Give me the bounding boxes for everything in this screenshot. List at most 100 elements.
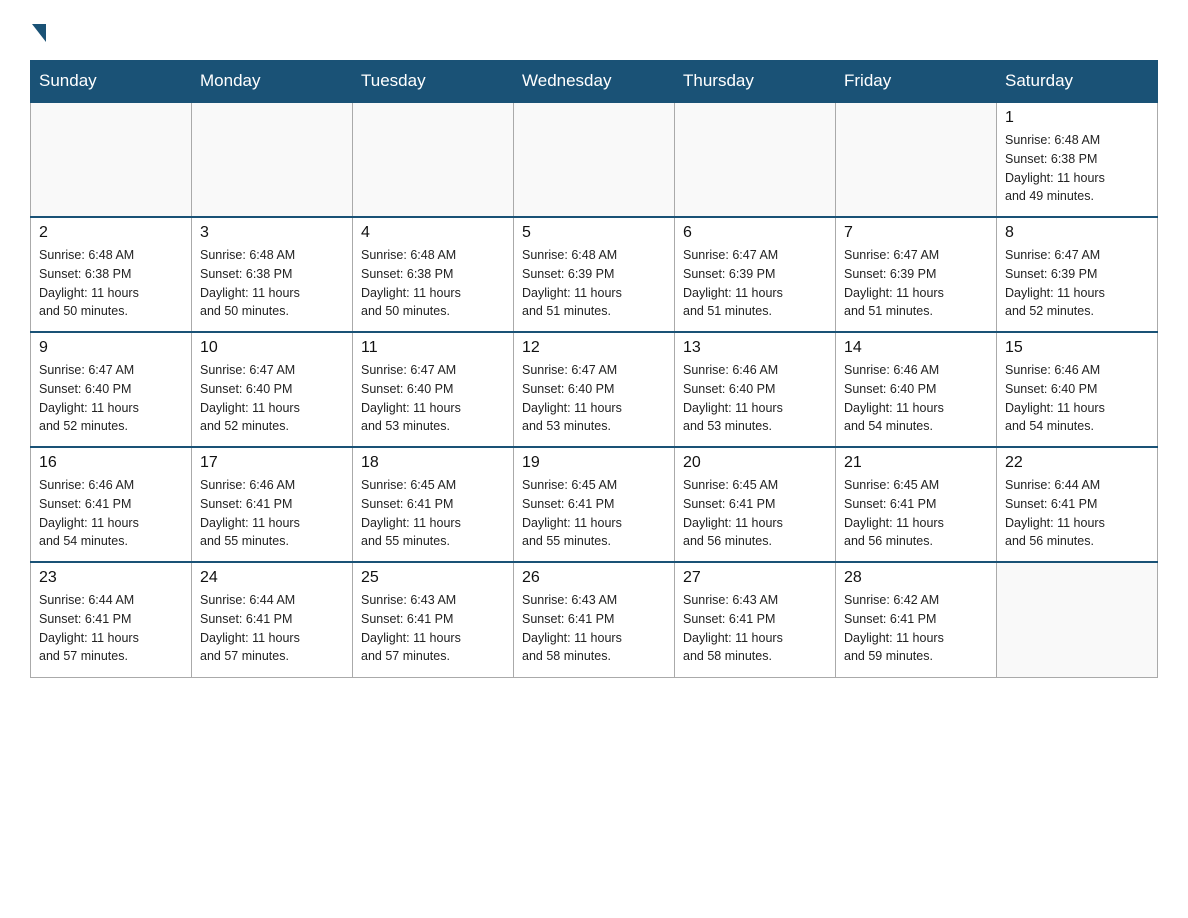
day-number: 11 (361, 339, 505, 357)
day-number: 16 (39, 454, 183, 472)
calendar-cell: 25Sunrise: 6:43 AM Sunset: 6:41 PM Dayli… (353, 562, 514, 677)
calendar-cell: 11 Sunrise: 6:47 AM Sunset: 6:40 PM Dayli… (353, 332, 514, 447)
day-info: Sunrise: 6:48 AM Sunset: 6:38 PM Dayligh… (361, 246, 505, 321)
day-info: Sunrise: 6:48 AM Sunset: 6:38 PM Dayligh… (1005, 131, 1149, 206)
day-number: 7 (844, 224, 988, 242)
calendar-cell: 16 Sunrise: 6:46 AM Sunset: 6:41 PM Dayli… (31, 447, 192, 562)
calendar-cell: 28 Sunrise: 6:42 AM Sunset: 6:41 PM Dayli… (836, 562, 997, 677)
day-info: Sunrise: 6:48 AM Sunset: 6:38 PM Dayligh… (200, 246, 344, 321)
day-info: Sunrise: 6:48 AM Sunset: 6:39 PM Dayligh… (522, 246, 666, 321)
day-number: 19 (522, 454, 666, 472)
day-number: 24 (200, 569, 344, 587)
calendar-day-header: Friday (836, 61, 997, 103)
day-number: 10 (200, 339, 344, 357)
day-info: Sunrise: 6:47 AM Sunset: 6:39 PM Dayligh… (1005, 246, 1149, 321)
calendar-cell: 24 Sunrise: 6:44 AM Sunset: 6:41 PM Dayli… (192, 562, 353, 677)
page-header (30, 20, 1158, 40)
day-number: 8 (1005, 224, 1149, 242)
day-number: 1 (1005, 109, 1149, 127)
calendar-cell: 27Sunrise: 6:43 AM Sunset: 6:41 PM Dayli… (675, 562, 836, 677)
calendar-cell: 10 Sunrise: 6:47 AM Sunset: 6:40 PM Dayli… (192, 332, 353, 447)
day-info: Sunrise: 6:47 AM Sunset: 6:40 PM Dayligh… (361, 361, 505, 436)
day-info: Sunrise: 6:42 AM Sunset: 6:41 PM Dayligh… (844, 591, 988, 666)
calendar-week-row: 1 Sunrise: 6:48 AM Sunset: 6:38 PM Daylig… (31, 102, 1158, 217)
calendar-day-header: Saturday (997, 61, 1158, 103)
day-info: Sunrise: 6:46 AM Sunset: 6:41 PM Dayligh… (200, 476, 344, 551)
calendar-day-header: Tuesday (353, 61, 514, 103)
calendar-day-header: Thursday (675, 61, 836, 103)
day-info: Sunrise: 6:43 AM Sunset: 6:41 PM Dayligh… (683, 591, 827, 666)
calendar-cell: 19 Sunrise: 6:45 AM Sunset: 6:41 PM Dayli… (514, 447, 675, 562)
calendar-day-header: Monday (192, 61, 353, 103)
day-info: Sunrise: 6:43 AM Sunset: 6:41 PM Dayligh… (361, 591, 505, 666)
day-number: 20 (683, 454, 827, 472)
calendar-cell: 9 Sunrise: 6:47 AM Sunset: 6:40 PM Daylig… (31, 332, 192, 447)
calendar-cell (31, 102, 192, 217)
calendar-cell: 18 Sunrise: 6:45 AM Sunset: 6:41 PM Dayli… (353, 447, 514, 562)
calendar-cell: 8 Sunrise: 6:47 AM Sunset: 6:39 PM Daylig… (997, 217, 1158, 332)
calendar-cell: 2 Sunrise: 6:48 AM Sunset: 6:38 PM Daylig… (31, 217, 192, 332)
day-number: 15 (1005, 339, 1149, 357)
calendar-week-row: 23 Sunrise: 6:44 AM Sunset: 6:41 PM Dayli… (31, 562, 1158, 677)
calendar-cell: 17 Sunrise: 6:46 AM Sunset: 6:41 PM Dayli… (192, 447, 353, 562)
day-number: 23 (39, 569, 183, 587)
calendar-cell: 5 Sunrise: 6:48 AM Sunset: 6:39 PM Daylig… (514, 217, 675, 332)
calendar-cell: 3 Sunrise: 6:48 AM Sunset: 6:38 PM Daylig… (192, 217, 353, 332)
calendar-cell (836, 102, 997, 217)
day-info: Sunrise: 6:47 AM Sunset: 6:39 PM Dayligh… (844, 246, 988, 321)
day-number: 28 (844, 569, 988, 587)
day-info: Sunrise: 6:48 AM Sunset: 6:38 PM Dayligh… (39, 246, 183, 321)
day-info: Sunrise: 6:46 AM Sunset: 6:41 PM Dayligh… (39, 476, 183, 551)
day-number: 2 (39, 224, 183, 242)
day-number: 12 (522, 339, 666, 357)
day-info: Sunrise: 6:44 AM Sunset: 6:41 PM Dayligh… (200, 591, 344, 666)
calendar-cell: 13 Sunrise: 6:46 AM Sunset: 6:40 PM Dayli… (675, 332, 836, 447)
day-number: 14 (844, 339, 988, 357)
calendar-day-header: Wednesday (514, 61, 675, 103)
calendar-cell (675, 102, 836, 217)
day-info: Sunrise: 6:47 AM Sunset: 6:40 PM Dayligh… (39, 361, 183, 436)
day-info: Sunrise: 6:46 AM Sunset: 6:40 PM Dayligh… (1005, 361, 1149, 436)
day-info: Sunrise: 6:44 AM Sunset: 6:41 PM Dayligh… (1005, 476, 1149, 551)
calendar-cell: 14 Sunrise: 6:46 AM Sunset: 6:40 PM Dayli… (836, 332, 997, 447)
day-number: 17 (200, 454, 344, 472)
day-number: 26 (522, 569, 666, 587)
day-info: Sunrise: 6:47 AM Sunset: 6:40 PM Dayligh… (200, 361, 344, 436)
day-info: Sunrise: 6:47 AM Sunset: 6:40 PM Dayligh… (522, 361, 666, 436)
calendar-cell (997, 562, 1158, 677)
calendar-cell (514, 102, 675, 217)
day-number: 3 (200, 224, 344, 242)
day-number: 4 (361, 224, 505, 242)
day-number: 18 (361, 454, 505, 472)
day-info: Sunrise: 6:45 AM Sunset: 6:41 PM Dayligh… (683, 476, 827, 551)
calendar-cell: 7 Sunrise: 6:47 AM Sunset: 6:39 PM Daylig… (836, 217, 997, 332)
calendar-table: SundayMondayTuesdayWednesdayThursdayFrid… (30, 60, 1158, 678)
day-info: Sunrise: 6:46 AM Sunset: 6:40 PM Dayligh… (683, 361, 827, 436)
day-info: Sunrise: 6:45 AM Sunset: 6:41 PM Dayligh… (522, 476, 666, 551)
day-info: Sunrise: 6:45 AM Sunset: 6:41 PM Dayligh… (361, 476, 505, 551)
calendar-cell: 23 Sunrise: 6:44 AM Sunset: 6:41 PM Dayli… (31, 562, 192, 677)
day-number: 9 (39, 339, 183, 357)
calendar-week-row: 2 Sunrise: 6:48 AM Sunset: 6:38 PM Daylig… (31, 217, 1158, 332)
day-info: Sunrise: 6:43 AM Sunset: 6:41 PM Dayligh… (522, 591, 666, 666)
calendar-cell (353, 102, 514, 217)
day-number: 5 (522, 224, 666, 242)
day-number: 21 (844, 454, 988, 472)
day-number: 22 (1005, 454, 1149, 472)
calendar-day-header: Sunday (31, 61, 192, 103)
calendar-cell: 15 Sunrise: 6:46 AM Sunset: 6:40 PM Dayli… (997, 332, 1158, 447)
day-info: Sunrise: 6:47 AM Sunset: 6:39 PM Dayligh… (683, 246, 827, 321)
calendar-header-row: SundayMondayTuesdayWednesdayThursdayFrid… (31, 61, 1158, 103)
day-info: Sunrise: 6:46 AM Sunset: 6:40 PM Dayligh… (844, 361, 988, 436)
calendar-cell: 1 Sunrise: 6:48 AM Sunset: 6:38 PM Daylig… (997, 102, 1158, 217)
calendar-cell: 20 Sunrise: 6:45 AM Sunset: 6:41 PM Dayli… (675, 447, 836, 562)
calendar-cell: 21 Sunrise: 6:45 AM Sunset: 6:41 PM Dayli… (836, 447, 997, 562)
day-info: Sunrise: 6:45 AM Sunset: 6:41 PM Dayligh… (844, 476, 988, 551)
logo (30, 20, 46, 40)
logo-arrow-icon (32, 24, 46, 42)
calendar-cell: 12 Sunrise: 6:47 AM Sunset: 6:40 PM Dayli… (514, 332, 675, 447)
day-number: 13 (683, 339, 827, 357)
day-number: 6 (683, 224, 827, 242)
calendar-cell (192, 102, 353, 217)
day-info: Sunrise: 6:44 AM Sunset: 6:41 PM Dayligh… (39, 591, 183, 666)
